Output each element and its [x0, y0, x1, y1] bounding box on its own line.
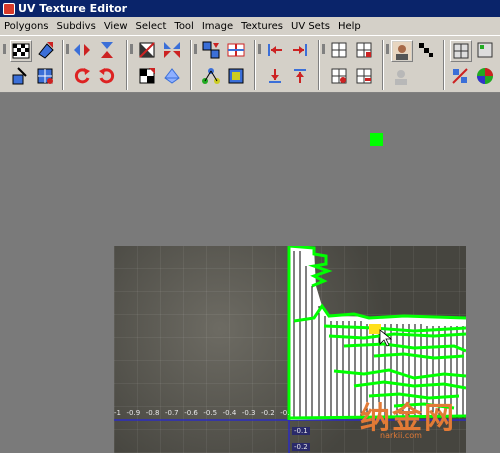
toolbar-separator [318, 40, 320, 90]
move-up-icon[interactable] [290, 66, 312, 88]
toolbar-grip[interactable] [130, 44, 133, 54]
menu-textures[interactable]: Textures [237, 21, 287, 32]
uv-pivot-handle[interactable] [370, 133, 383, 146]
uv-unfold-icon[interactable] [137, 66, 159, 88]
watermark-subtext: narkii.com [380, 431, 422, 440]
menu-image[interactable]: Image [198, 21, 237, 32]
uv-relax-icon[interactable] [201, 40, 223, 62]
menu-uv-sets[interactable]: UV Sets [287, 21, 334, 32]
display-grid-icon[interactable] [450, 40, 472, 62]
toolbar-grip[interactable] [322, 44, 325, 54]
view-grid-c-icon[interactable] [329, 66, 351, 88]
toolbar-separator [62, 40, 64, 90]
pixel-snap-icon[interactable] [475, 40, 497, 62]
move-down-icon[interactable] [265, 66, 287, 88]
toolbar-separator [126, 40, 128, 90]
toolbar-grip[interactable] [66, 44, 69, 54]
uv-snapshot-icon[interactable] [226, 66, 248, 88]
toolbar-grip[interactable] [258, 44, 261, 54]
shaded-uv-icon[interactable] [391, 40, 413, 62]
u-axis-label: -0.6 [184, 409, 198, 417]
view-grid-b-icon[interactable] [354, 40, 376, 62]
flip-u-icon[interactable] [72, 40, 94, 62]
toolbar-separator [254, 40, 256, 90]
u-axis-labels: -1 -0.9 -0.8 -0.7 -0.6 -0.5 -0.4 -0.3 -0… [114, 409, 294, 421]
user-avatar-icon[interactable] [391, 66, 413, 88]
window-title: UV Texture Editor [18, 2, 128, 15]
rotate-ccw-icon[interactable] [72, 66, 94, 88]
uv-move-icon[interactable] [35, 40, 57, 62]
u-axis-label: -0.1 [280, 409, 294, 417]
window-title-bar: UV Texture Editor [0, 0, 500, 17]
uv-checker-icon[interactable] [10, 40, 32, 62]
u-axis-label: -0.8 [145, 409, 160, 417]
menu-view[interactable]: View [100, 21, 132, 32]
u-axis-label: -0.5 [203, 409, 218, 417]
toolbar-grip[interactable] [386, 44, 389, 54]
split-h-icon[interactable] [226, 40, 248, 62]
u-axis-label: -0.3 [241, 409, 256, 417]
menu-tool[interactable]: Tool [170, 21, 197, 32]
u-axis-label: -0.4 [222, 409, 237, 417]
menu-polygons[interactable]: Polygons [0, 21, 53, 32]
uv-paint-icon[interactable] [10, 66, 32, 88]
u-axis-label: -0.9 [126, 409, 141, 417]
toolbar-grip[interactable] [3, 44, 6, 54]
maya-app-icon [3, 2, 15, 15]
view-grid-a-icon[interactable] [329, 40, 351, 62]
toolbar [0, 35, 500, 93]
watermark-logo: 纳金网 narkii.com [360, 393, 500, 453]
menu-bar: Polygons Subdivs View Select Tool Image … [0, 17, 500, 35]
cut-uv-icon[interactable] [137, 40, 159, 62]
uv-viewport[interactable]: -1 -0.9 -0.8 -0.7 -0.6 -0.5 -0.4 -0.3 -0… [0, 93, 500, 453]
u-axis-label: -0.2 [261, 409, 275, 417]
uv-distort-icon[interactable] [450, 66, 472, 88]
toolbar-separator [190, 40, 192, 90]
menu-select[interactable]: Select [132, 21, 171, 32]
toolbar-grip[interactable] [194, 44, 197, 54]
flip-v-icon[interactable] [97, 40, 119, 62]
sew-uv-icon[interactable] [162, 40, 184, 62]
menu-help[interactable]: Help [334, 21, 365, 32]
v-axis-label: -0.1 [292, 427, 310, 435]
view-grid-d-icon[interactable] [354, 66, 376, 88]
toolbar-separator [382, 40, 384, 90]
v-axis-label: -0.2 [292, 443, 310, 451]
move-left-icon[interactable] [265, 40, 287, 62]
toolbar-separator [443, 40, 445, 90]
u-axis-label: -1 [114, 409, 121, 417]
uv-normalize-icon[interactable] [201, 66, 223, 88]
menu-subdivs[interactable]: Subdivs [53, 21, 100, 32]
dim-image-icon[interactable] [416, 40, 438, 62]
move-right-icon[interactable] [290, 40, 312, 62]
color-ball-icon[interactable] [475, 66, 497, 88]
uv-layout-icon[interactable] [162, 66, 184, 88]
rotate-cw-icon[interactable] [97, 66, 119, 88]
grid-uv-icon[interactable] [35, 66, 57, 88]
u-axis-label: -0.7 [164, 409, 179, 417]
